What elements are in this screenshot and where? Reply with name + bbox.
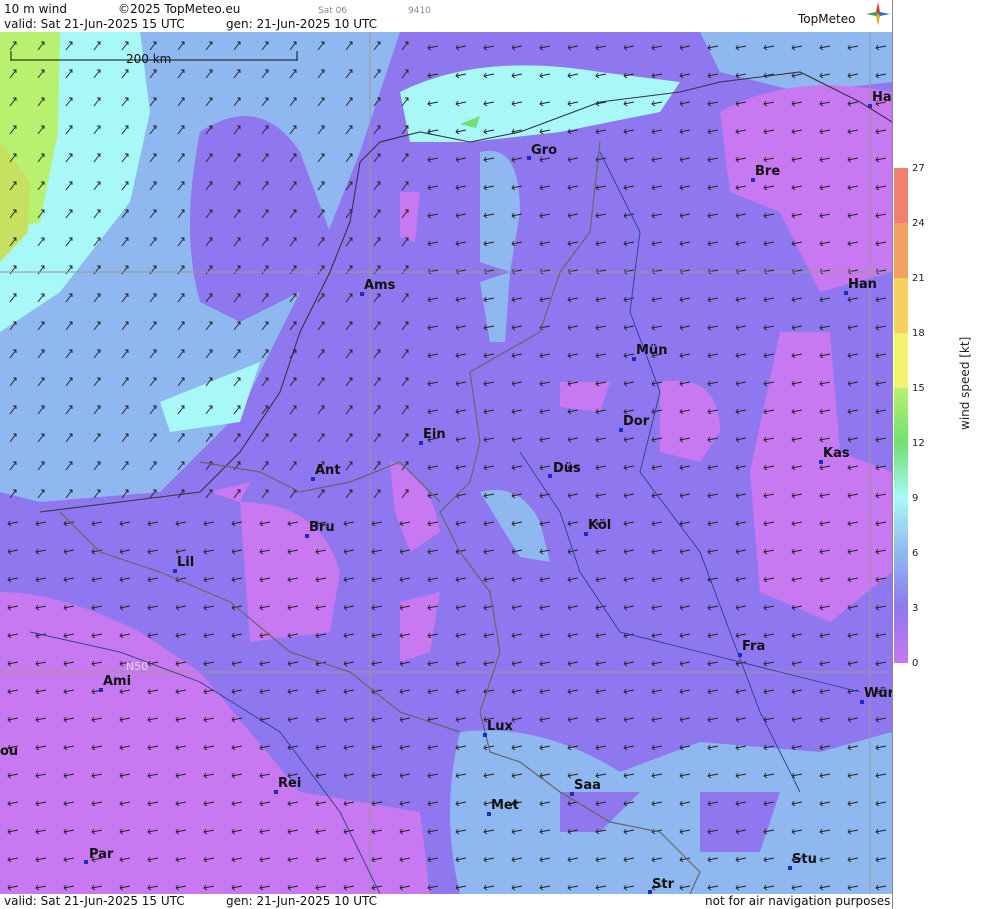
footer-generated-time: gen: 21-Jun-2025 10 UTC: [226, 894, 378, 908]
legend-tick: 15: [912, 383, 925, 394]
legend-tick: 0: [912, 658, 919, 669]
code: 9410: [408, 6, 431, 16]
city-label: Gro: [531, 143, 558, 158]
run-tag: Sat 06: [318, 6, 348, 16]
city-label: Ha: [872, 90, 892, 105]
valid-time: valid: Sat 21-Jun-2025 15 UTC: [4, 17, 185, 31]
city-label: Str: [652, 877, 674, 892]
legend-swatch: [894, 168, 908, 223]
legend-tick: 12: [912, 438, 925, 449]
legend-swatch: [894, 278, 908, 333]
city-label: Köl: [588, 518, 612, 533]
header-bar: 10 m wind ©2025 TopMeteo.eu Sat 06 9410 …: [0, 0, 892, 32]
footer-bar: valid: Sat 21-Jun-2025 15 UTC gen: 21-Ju…: [0, 894, 892, 909]
legend-title: wind speed [kt]: [958, 336, 972, 430]
compass-logo-icon: [866, 2, 890, 26]
city-label: Par: [89, 847, 114, 862]
city-label: Han: [848, 277, 877, 292]
legend-tick: 18: [912, 328, 925, 339]
footer-valid-time: valid: Sat 21-Jun-2025 15 UTC: [4, 894, 185, 908]
legend-swatch: [894, 333, 908, 388]
wind-map: 200 km N50 Ha Gro Bre Ams Han Mün Ein Do…: [0, 32, 892, 894]
legend-swatch: [894, 443, 908, 498]
city-label: Ami: [103, 674, 132, 689]
legend-swatch: [894, 223, 908, 278]
city-label: Ams: [364, 278, 396, 293]
latitude-label: N50: [126, 660, 149, 673]
product-title: 10 m wind: [4, 2, 67, 16]
city-label: Dor: [623, 414, 650, 429]
city-label: Stu: [792, 852, 817, 867]
city-label: Ein: [423, 427, 446, 442]
legend-tick: 27: [912, 163, 925, 174]
city-label: Rei: [278, 776, 302, 791]
city-label: Met: [491, 798, 519, 813]
city-label: Wür: [864, 686, 892, 701]
legend-swatch: [894, 498, 908, 553]
wind-speed-field: [0, 32, 892, 894]
city-label: Düs: [553, 461, 581, 476]
legend-tick: 9: [912, 493, 919, 504]
city-label: Saa: [574, 778, 601, 793]
scale-label: 200 km: [126, 52, 172, 66]
city-label: Ant: [315, 463, 341, 478]
city-label: Mün: [636, 343, 668, 358]
legend-swatch: [894, 608, 908, 663]
sidebar-divider: [892, 0, 893, 909]
legend-swatch: [894, 388, 908, 443]
copyright: ©2025 TopMeteo.eu: [118, 2, 241, 16]
legend-tick: 21: [912, 273, 925, 284]
legend-tick: 3: [912, 603, 919, 614]
city-label: Bre: [755, 164, 781, 179]
city-label: ou: [0, 744, 19, 759]
city-marker: [84, 860, 88, 864]
city-label: Fra: [742, 639, 766, 654]
legend-tick: 24: [912, 218, 925, 229]
city-label: Kas: [823, 446, 850, 461]
disclaimer: not for air navigation purposes: [705, 894, 891, 908]
city-label: Lux: [487, 719, 513, 734]
city-marker: [548, 474, 552, 478]
topmeteo-logo-text: TopMeteo: [798, 12, 856, 26]
legend-colorbar: [894, 168, 908, 663]
generated-time: gen: 21-Jun-2025 10 UTC: [226, 17, 378, 31]
city-label: Lil: [177, 555, 195, 570]
city-label: Bru: [309, 520, 335, 535]
legend-tick: 6: [912, 548, 919, 559]
legend-swatch: [894, 553, 908, 608]
